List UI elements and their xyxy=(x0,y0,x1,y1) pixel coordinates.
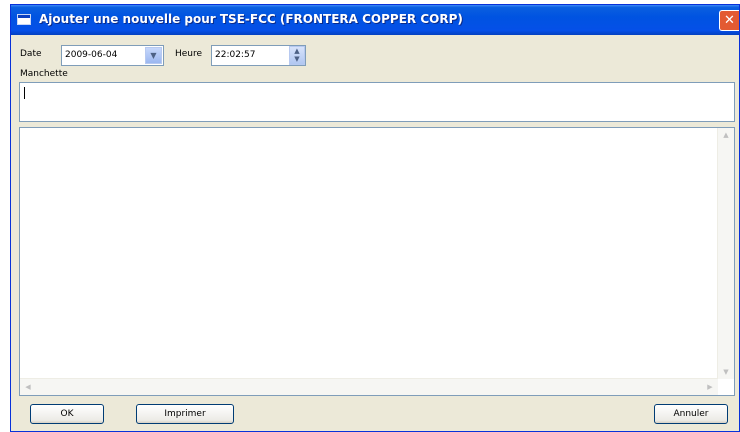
headline-label: Manchette xyxy=(20,69,68,79)
scroll-right-icon[interactable]: ▶ xyxy=(702,383,718,391)
chevron-down-icon[interactable]: ▼ xyxy=(145,47,162,64)
close-button[interactable]: ✕ xyxy=(719,10,739,31)
scroll-up-icon[interactable]: ▲ xyxy=(718,131,734,139)
title-bar[interactable]: Ajouter une nouvelle pour TSE-FCC (FRONT… xyxy=(11,5,739,35)
vertical-scrollbar[interactable]: ▲ ▼ xyxy=(717,128,734,379)
news-body-textarea[interactable]: ▲ ▼ ◀ ▶ xyxy=(19,127,735,396)
cancel-button[interactable]: Annuler xyxy=(654,404,728,424)
time-spinner[interactable]: 22:02:57 ▲ ▼ xyxy=(211,45,306,66)
date-label: Date xyxy=(20,49,42,59)
time-label: Heure xyxy=(175,49,203,59)
spin-arrows-icon[interactable]: ▲ ▼ xyxy=(289,46,305,65)
date-picker[interactable]: 2009-06-04 ▼ xyxy=(61,45,164,66)
close-icon: ✕ xyxy=(724,13,735,28)
date-value: 2009-06-04 xyxy=(65,50,118,60)
time-value: 22:02:57 xyxy=(215,50,256,60)
window-title: Ajouter une nouvelle pour TSE-FCC (FRONT… xyxy=(39,12,463,26)
window-app-icon xyxy=(17,14,31,25)
scroll-left-icon[interactable]: ◀ xyxy=(20,383,36,391)
scroll-down-icon[interactable]: ▼ xyxy=(718,368,734,376)
ok-button[interactable]: OK xyxy=(30,404,104,424)
text-caret xyxy=(24,87,25,99)
print-button[interactable]: Imprimer xyxy=(136,404,234,424)
horizontal-scrollbar[interactable]: ◀ ▶ xyxy=(20,378,718,395)
dialog-window: Ajouter une nouvelle pour TSE-FCC (FRONT… xyxy=(10,4,740,432)
headline-input[interactable] xyxy=(19,82,735,122)
